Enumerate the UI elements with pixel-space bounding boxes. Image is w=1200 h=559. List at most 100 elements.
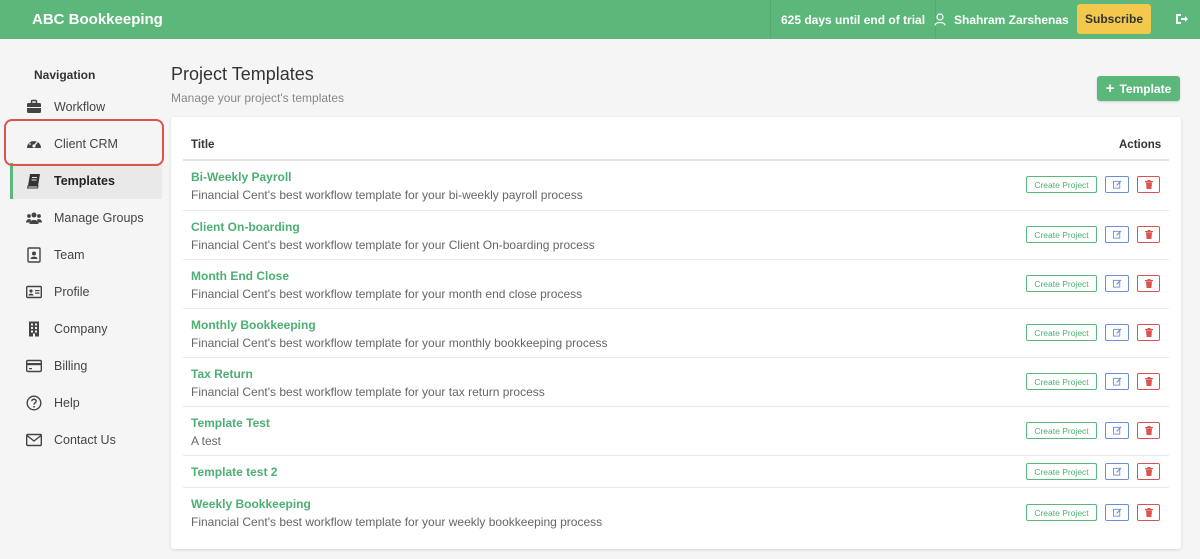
edit-button[interactable] — [1105, 275, 1129, 292]
table-row: Month End Close Financial Cent's best wo… — [183, 259, 1169, 308]
edit-icon — [1112, 230, 1121, 239]
sidebar-item-label: Company — [54, 322, 108, 336]
table-row: Template test 2 Create Project — [183, 455, 1169, 487]
plus-icon: + — [1105, 80, 1115, 97]
sidebar-heading: Navigation — [34, 68, 96, 82]
sidebar-item-client-crm[interactable]: Client CRM — [10, 126, 162, 162]
sidebar-item-label: Profile — [54, 285, 90, 299]
sidebar-item-help[interactable]: Help — [10, 385, 162, 421]
sidebar-item-label: Templates — [54, 174, 115, 188]
create-project-button[interactable]: Create Project — [1026, 463, 1097, 480]
create-project-button[interactable]: Create Project — [1026, 176, 1097, 193]
sidebar-item-company[interactable]: Company — [10, 311, 162, 347]
add-template-label: Template — [1119, 81, 1172, 96]
building-icon — [29, 321, 39, 337]
sidebar-item-label: Help — [54, 396, 80, 410]
table-row: Monthly Bookkeeping Financial Cent's bes… — [183, 308, 1169, 357]
sidebar-item-team[interactable]: Team — [10, 237, 162, 273]
subscribe-button[interactable]: Subscribe — [1077, 4, 1151, 34]
id-card-icon — [26, 285, 42, 299]
sidebar-item-label: Contact Us — [54, 433, 116, 447]
sidebar-item-manage-groups[interactable]: Manage Groups — [10, 200, 162, 236]
edit-icon — [1112, 467, 1121, 476]
book-icon — [26, 174, 40, 189]
edit-button[interactable] — [1105, 226, 1129, 243]
column-header-title: Title — [191, 139, 215, 151]
add-template-button[interactable]: + Template — [1097, 76, 1180, 101]
sidebar-item-label: Workflow — [54, 100, 106, 114]
contact-card-icon — [27, 247, 41, 263]
page-title: Project Templates — [171, 64, 314, 84]
create-project-button[interactable]: Create Project — [1026, 324, 1097, 341]
edit-button[interactable] — [1105, 373, 1129, 390]
user-menu[interactable]: Shahram Zarshenas — [934, 0, 1069, 39]
template-name-link[interactable]: Monthly Bookkeeping — [191, 318, 316, 332]
trash-icon — [1144, 467, 1153, 476]
briefcase-icon — [27, 99, 41, 113]
template-description: Financial Cent's best workflow template … — [191, 238, 595, 252]
template-name-link[interactable]: Month End Close — [191, 269, 289, 283]
edit-icon — [1112, 426, 1121, 435]
delete-button[interactable] — [1137, 324, 1160, 341]
create-project-button[interactable]: Create Project — [1026, 373, 1097, 390]
sidebar-item-contact-us[interactable]: Contact Us — [10, 422, 162, 458]
top-bar: ABC Bookkeeping 625 days until end of tr… — [0, 0, 1200, 39]
template-description: Financial Cent's best workflow template … — [191, 188, 583, 202]
table-row: Client On-boarding Financial Cent's best… — [183, 210, 1169, 259]
sidebar-item-workflow[interactable]: Workflow — [10, 89, 162, 125]
delete-button[interactable] — [1137, 373, 1160, 390]
app-brand[interactable]: ABC Bookkeeping — [32, 11, 163, 28]
delete-button[interactable] — [1137, 463, 1160, 480]
sidebar-item-label: Client CRM — [54, 137, 118, 151]
trash-icon — [1144, 377, 1153, 386]
edit-button[interactable] — [1105, 504, 1129, 521]
delete-button[interactable] — [1137, 422, 1160, 439]
delete-button[interactable] — [1137, 176, 1160, 193]
edit-icon — [1112, 377, 1121, 386]
edit-button[interactable] — [1105, 176, 1129, 193]
templates-table: Title Actions Bi-Weekly Payroll Financia… — [171, 117, 1181, 549]
sidebar: Navigation Workflow Client CRM Templates — [0, 39, 170, 559]
envelope-icon — [26, 433, 42, 447]
edit-icon — [1112, 279, 1121, 288]
template-description: Financial Cent's best workflow template … — [191, 287, 583, 301]
sidebar-item-billing[interactable]: Billing — [10, 348, 162, 384]
delete-button[interactable] — [1137, 275, 1160, 292]
template-name-link[interactable]: Weekly Bookkeeping — [191, 497, 311, 511]
template-name-link[interactable]: Tax Return — [191, 367, 253, 381]
logout-icon[interactable] — [1175, 12, 1189, 26]
template-description: A test — [191, 434, 222, 448]
table-row: Template Test A test Create Project — [183, 406, 1169, 455]
template-description: Financial Cent's best workflow template … — [191, 385, 545, 399]
template-name-link[interactable]: Template test 2 — [191, 465, 277, 479]
create-project-button[interactable]: Create Project — [1026, 422, 1097, 439]
template-name-link[interactable]: Client On-boarding — [191, 220, 300, 234]
trash-icon — [1144, 508, 1153, 517]
edit-button[interactable] — [1105, 463, 1129, 480]
delete-button[interactable] — [1137, 504, 1160, 521]
edit-icon — [1112, 180, 1121, 189]
sidebar-item-templates[interactable]: Templates — [10, 163, 162, 199]
template-name-link[interactable]: Bi-Weekly Payroll — [191, 170, 292, 184]
users-icon — [26, 212, 42, 224]
sidebar-item-label: Billing — [54, 359, 88, 373]
edit-icon — [1112, 508, 1121, 517]
sidebar-item-profile[interactable]: Profile — [10, 274, 162, 310]
trash-icon — [1144, 426, 1153, 435]
edit-button[interactable] — [1105, 422, 1129, 439]
template-description: Financial Cent's best workflow template … — [191, 515, 603, 529]
trash-icon — [1144, 230, 1153, 239]
question-circle-icon — [26, 395, 42, 411]
table-row: Weekly Bookkeeping Financial Cent's best… — [183, 487, 1169, 537]
edit-button[interactable] — [1105, 324, 1129, 341]
create-project-button[interactable]: Create Project — [1026, 275, 1097, 292]
page-subtitle: Manage your project's templates — [171, 91, 345, 105]
delete-button[interactable] — [1137, 226, 1160, 243]
sidebar-item-label: Manage Groups — [54, 211, 144, 225]
table-row: Tax Return Financial Cent's best workflo… — [183, 357, 1169, 406]
create-project-button[interactable]: Create Project — [1026, 226, 1097, 243]
table-row: Bi-Weekly Payroll Financial Cent's best … — [183, 161, 1169, 210]
template-name-link[interactable]: Template Test — [191, 416, 270, 430]
create-project-button[interactable]: Create Project — [1026, 504, 1097, 521]
user-icon — [934, 13, 946, 26]
